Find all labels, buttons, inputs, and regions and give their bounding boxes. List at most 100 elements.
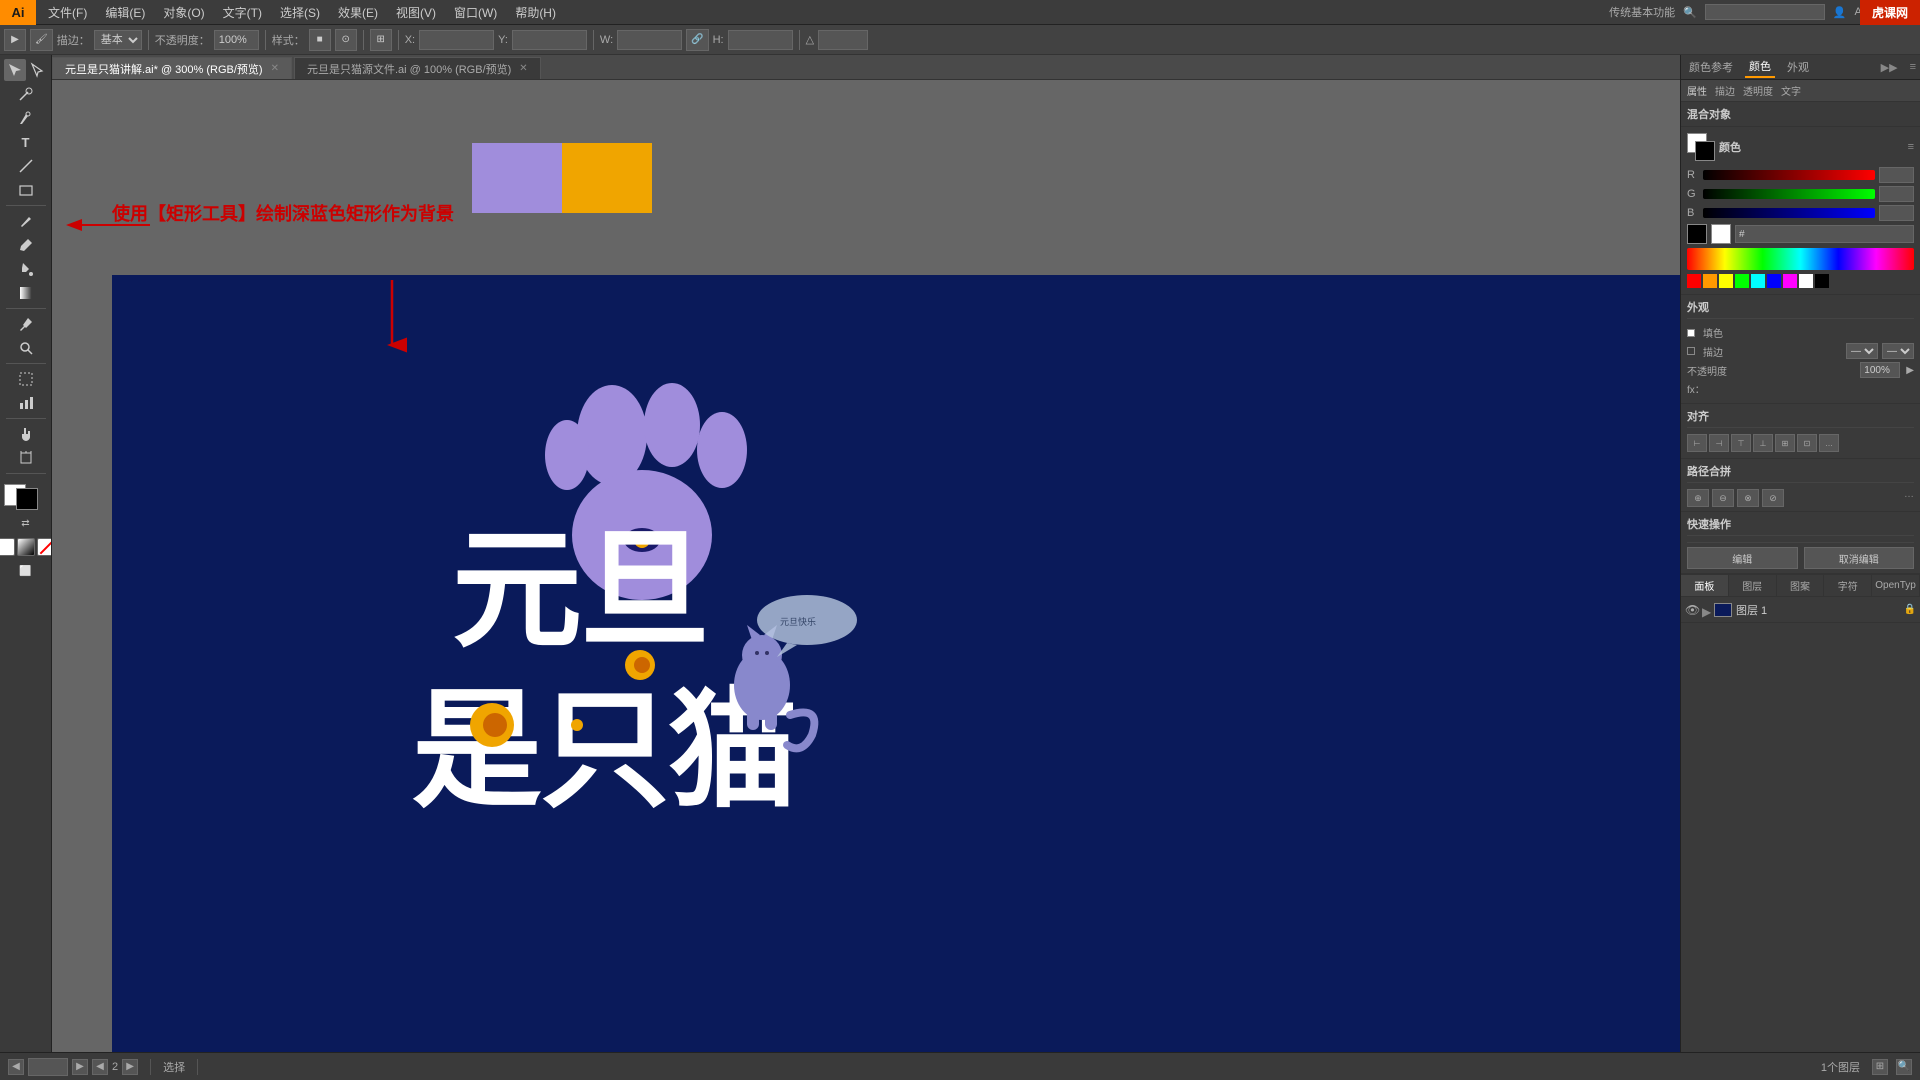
style-options-btn[interactable]: ⊙ — [335, 29, 357, 51]
layers-tab-layers[interactable]: 图层 — [1729, 575, 1777, 596]
opacity-input[interactable] — [214, 30, 259, 50]
gradient-tool[interactable] — [4, 282, 48, 304]
canvas-tab-1[interactable]: 元旦是只猫讲解.ai* @ 300% (RGB/预览) ✕ — [52, 57, 292, 79]
align-center-v-btn[interactable]: ⊞ — [1775, 434, 1795, 452]
panel-tab-appearance[interactable]: 外观 — [1783, 57, 1813, 77]
stroke-color[interactable] — [16, 488, 38, 510]
stroke-style-dropdown[interactable]: — — [1882, 343, 1914, 359]
text-tool[interactable]: T — [4, 131, 48, 153]
align-right-btn[interactable]: ⊤ — [1731, 434, 1751, 452]
prev-page-btn[interactable]: ◀ — [92, 1059, 108, 1075]
intersect-btn[interactable]: ⊗ — [1737, 489, 1759, 507]
swap-colors-btn[interactable]: ⇄ — [4, 512, 48, 534]
panel-expand-btn[interactable]: ▶▶ — [1881, 61, 1898, 74]
align-btn[interactable]: ⊞ — [370, 29, 392, 51]
paint-bucket[interactable] — [4, 258, 48, 280]
b-input[interactable] — [1879, 205, 1914, 221]
swatch-orange[interactable] — [1703, 274, 1717, 288]
menu-view[interactable]: 视图(V) — [388, 2, 444, 23]
align-left-btn[interactable]: ⊢ — [1687, 434, 1707, 452]
zoom-tool[interactable] — [4, 337, 48, 359]
layer-1-lock[interactable]: 🔒 — [1904, 604, 1916, 615]
swatch-cyan[interactable] — [1751, 274, 1765, 288]
swatch-black[interactable] — [1815, 274, 1829, 288]
gradient-color-btn[interactable] — [17, 538, 35, 556]
angle-input[interactable]: 163.7° — [818, 30, 868, 50]
canvas-tab-2-close[interactable]: ✕ — [519, 63, 527, 74]
eyedropper-tool[interactable] — [4, 313, 48, 335]
magic-wand-tool[interactable] — [4, 83, 48, 105]
cancel-edit-btn[interactable]: 取消编辑 — [1804, 547, 1915, 569]
hand-tool[interactable] — [4, 423, 48, 445]
search-input[interactable] — [1705, 4, 1825, 20]
shape-more-btn[interactable]: … — [1904, 489, 1914, 507]
menu-help[interactable]: 帮助(H) — [507, 2, 564, 23]
paint-btn[interactable]: 🖌 — [30, 29, 53, 51]
user-icon[interactable]: 👤 — [1833, 6, 1847, 19]
r-input[interactable] — [1879, 167, 1914, 183]
next-page-btn[interactable]: ▶ — [122, 1059, 138, 1075]
panel-tab-color-ref[interactable]: 颜色参考 — [1685, 57, 1737, 77]
layers-tab-pattern[interactable]: 图案 — [1777, 575, 1825, 596]
no-color-btn[interactable] — [37, 538, 53, 556]
swatch-magenta[interactable] — [1783, 274, 1797, 288]
layer-1-expand[interactable]: ▶ — [1702, 605, 1712, 615]
canvas-tab-2[interactable]: 元旦是只猫源文件.ai @ 100% (RGB/预览) ✕ — [294, 57, 541, 79]
transform-tool[interactable] — [4, 368, 48, 390]
hex-input[interactable] — [1735, 225, 1914, 243]
swatch-red[interactable] — [1687, 274, 1701, 288]
layers-tab-char[interactable]: 字符 — [1824, 575, 1872, 596]
line-tool[interactable] — [4, 155, 48, 177]
pencil-tool[interactable] — [4, 234, 48, 256]
swatch-green[interactable] — [1735, 274, 1749, 288]
selection-tool-btn[interactable]: ▶ — [4, 29, 26, 51]
align-center-h-btn[interactable]: ⊣ — [1709, 434, 1729, 452]
brush-tool[interactable] — [4, 210, 48, 232]
canvas-tab-1-close[interactable]: ✕ — [271, 63, 279, 74]
menu-select[interactable]: 选择(S) — [272, 2, 328, 23]
zoom-input[interactable]: 300% — [28, 1058, 68, 1076]
menu-object[interactable]: 对象(O) — [155, 2, 212, 23]
swatch-white[interactable] — [1799, 274, 1813, 288]
minus-front-btn[interactable]: ⊖ — [1712, 489, 1734, 507]
menu-text[interactable]: 文字(T) — [215, 2, 270, 23]
pen-tool[interactable] — [4, 107, 48, 129]
fit-page-btn[interactable]: ⊞ — [1872, 1059, 1888, 1075]
direct-select-tool[interactable] — [26, 59, 48, 81]
g-input[interactable] — [1879, 186, 1914, 202]
panel-tab-color[interactable]: 颜色 — [1745, 56, 1775, 78]
layer-1-row[interactable]: 👁 ▶ 图层 1 🔒 — [1681, 597, 1920, 623]
h-input[interactable]: 306.585 — [728, 30, 793, 50]
align-bottom-btn[interactable]: ⊡ — [1797, 434, 1817, 452]
opacity-arrow[interactable]: ▶ — [1906, 365, 1914, 376]
layers-tab-panel[interactable]: 面板 — [1681, 575, 1729, 596]
shape-tool[interactable] — [4, 179, 48, 201]
layers-tab-opentype[interactable]: OpenTyp — [1872, 575, 1920, 596]
edit-btn[interactable]: 编辑 — [1687, 547, 1798, 569]
swatch-yellow[interactable] — [1719, 274, 1733, 288]
unite-btn[interactable]: ⊕ — [1687, 489, 1709, 507]
stroke-dropdown[interactable]: — — [1846, 343, 1878, 359]
layer-1-visibility[interactable]: 👁 — [1685, 603, 1699, 617]
solid-color-btn[interactable] — [0, 538, 15, 556]
color-spectrum[interactable] — [1687, 248, 1914, 270]
graph-tool[interactable] — [4, 392, 48, 414]
align-more-btn[interactable]: … — [1819, 434, 1839, 452]
w-input[interactable]: 477.333 — [617, 30, 682, 50]
menu-window[interactable]: 窗口(W) — [446, 2, 505, 23]
align-top-btn[interactable]: ⊥ — [1753, 434, 1773, 452]
exclude-btn[interactable]: ⊘ — [1762, 489, 1784, 507]
search-page-btn[interactable]: 🔍 — [1896, 1059, 1912, 1075]
menu-effect[interactable]: 效果(E) — [330, 2, 386, 23]
swatch-blue[interactable] — [1767, 274, 1781, 288]
opacity-input-ap[interactable] — [1860, 362, 1900, 378]
zoom-in-btn[interactable]: ▶ — [72, 1059, 88, 1075]
y-input[interactable]: 1757.063 — [512, 30, 587, 50]
selection-tool[interactable] — [4, 59, 26, 81]
change-screen-btn[interactable]: ⬜ — [4, 560, 48, 582]
link-btn[interactable]: 🔗 — [686, 29, 708, 51]
panel-options-btn[interactable]: ≡ — [1910, 61, 1916, 73]
artboard-tool[interactable] — [4, 447, 48, 469]
stroke-select[interactable]: 基本 — [94, 30, 142, 50]
zoom-out-btn[interactable]: ◀ — [8, 1059, 24, 1075]
